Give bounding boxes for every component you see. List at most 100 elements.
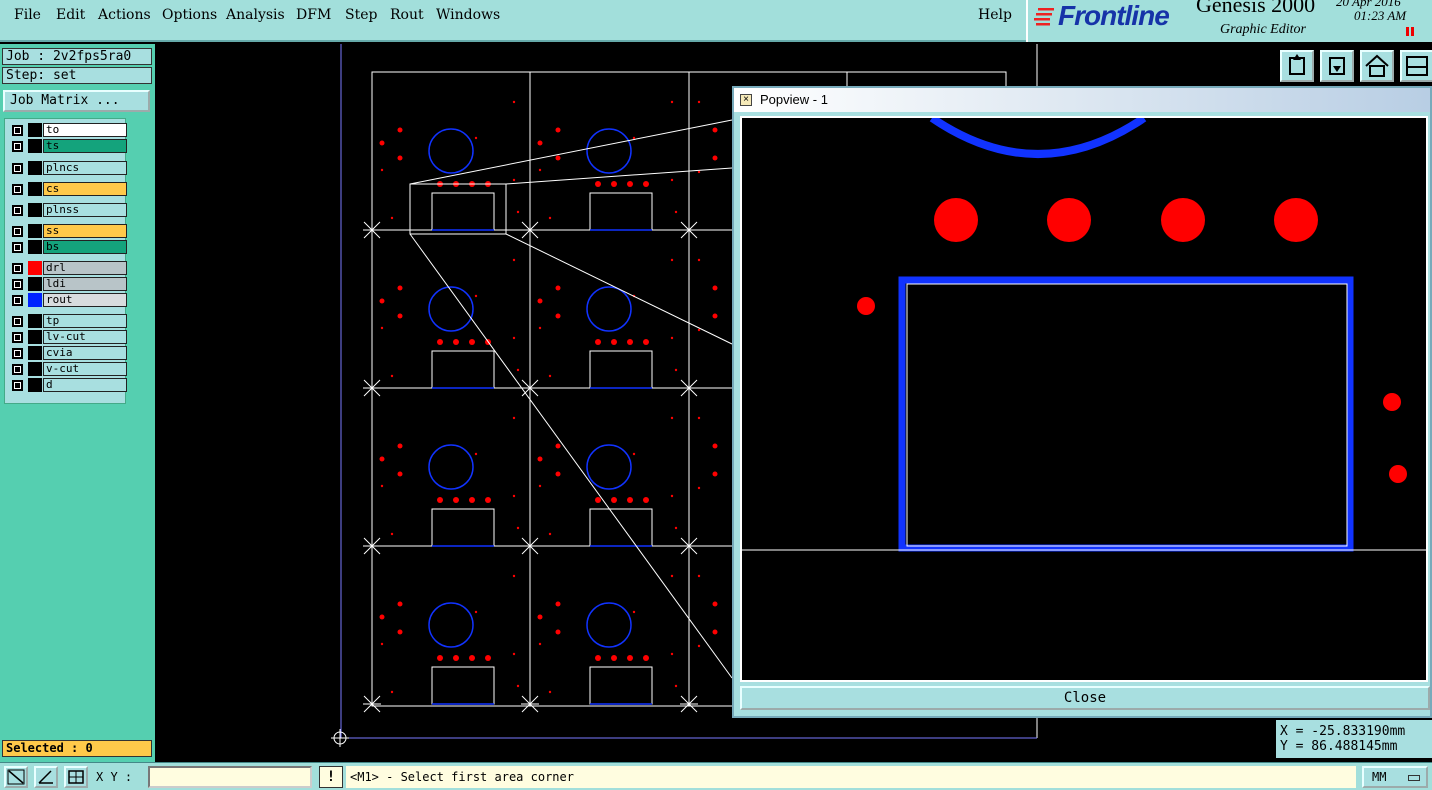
layer-row-cs[interactable]: cs (9, 182, 127, 196)
profile-rect (589, 666, 653, 705)
layer-checkbox[interactable] (12, 263, 23, 274)
layer-name[interactable]: v-cut (43, 362, 127, 376)
layer-checkbox[interactable] (12, 163, 23, 174)
layer-row-cvia[interactable]: cvia (9, 346, 127, 360)
menu-actions[interactable]: Actions (98, 7, 151, 23)
window-layout-button[interactable] (1400, 50, 1432, 82)
menu-windows[interactable]: Windows (436, 7, 500, 23)
pad-4 (1274, 198, 1318, 242)
layer-name[interactable]: ts (43, 139, 127, 153)
layer-checkbox[interactable] (12, 295, 23, 306)
layer-name[interactable]: bs (43, 240, 127, 254)
units-selector[interactable]: MM (1362, 766, 1428, 788)
layer-name[interactable]: ldi (43, 277, 127, 291)
message-indicator[interactable]: ! (319, 766, 343, 788)
menu-options[interactable]: Options (162, 7, 217, 23)
layer-row-plncs[interactable]: plncs (9, 161, 127, 175)
layer-row-d[interactable]: d (9, 378, 127, 392)
angle-button[interactable] (34, 766, 58, 788)
snap-button[interactable] (64, 766, 88, 788)
layer-name[interactable]: to (43, 123, 127, 137)
layer-checkbox[interactable] (12, 332, 23, 343)
via-small (674, 684, 678, 688)
via-small (697, 170, 701, 174)
layer-row-lv-cut[interactable]: lv-cut (9, 330, 127, 344)
layer-row-plnss[interactable]: plnss (9, 203, 127, 217)
layer-name[interactable]: plnss (43, 203, 127, 217)
via-small (548, 374, 552, 378)
menu-analysis[interactable]: Analysis (226, 7, 285, 23)
layer-checkbox[interactable] (12, 348, 23, 359)
pad (595, 339, 601, 345)
layer-color-swatch[interactable] (28, 330, 42, 344)
download-button[interactable] (1320, 50, 1354, 82)
layer-checkbox[interactable] (12, 184, 23, 195)
popview-titlebar[interactable]: × Popview - 1 (734, 88, 1430, 112)
pad-2 (1047, 198, 1091, 242)
layer-checkbox[interactable] (12, 125, 23, 136)
layer-name[interactable]: tp (43, 314, 127, 328)
layer-color-swatch[interactable] (28, 378, 42, 392)
menu-file[interactable]: File (14, 7, 41, 23)
layer-color-swatch[interactable] (28, 203, 42, 217)
layer-row-ss[interactable]: ss (9, 224, 127, 238)
via-small (670, 494, 674, 498)
layer-row-ts[interactable]: ts (9, 139, 127, 153)
menu-step[interactable]: Step (345, 7, 377, 23)
job-matrix-button[interactable]: Job Matrix ... (3, 90, 150, 112)
layer-name[interactable]: ss (43, 224, 127, 238)
menu-edit[interactable]: Edit (56, 7, 85, 23)
layer-checkbox[interactable] (12, 364, 23, 375)
layer-row-bs[interactable]: bs (9, 240, 127, 254)
layer-checkbox[interactable] (12, 279, 23, 290)
layer-row-to[interactable]: to (9, 123, 127, 137)
menu-rout[interactable]: Rout (390, 7, 424, 23)
via (397, 443, 403, 449)
popview-close-button[interactable]: Close (740, 686, 1430, 710)
layer-color-swatch[interactable] (28, 139, 42, 153)
layer-color-swatch[interactable] (28, 240, 42, 254)
layer-row-ldi[interactable]: ldi (9, 277, 127, 291)
layer-color-swatch[interactable] (28, 224, 42, 238)
layer-color-swatch[interactable] (28, 293, 42, 307)
layer-row-drl[interactable]: drl (9, 261, 127, 275)
layer-checkbox[interactable] (12, 205, 23, 216)
layer-color-swatch[interactable] (28, 346, 42, 360)
measure-button[interactable] (4, 766, 28, 788)
layer-name[interactable]: rout (43, 293, 127, 307)
pad (595, 655, 601, 661)
window-close-icon[interactable]: × (740, 94, 752, 106)
layer-name[interactable]: d (43, 378, 127, 392)
layer-checkbox[interactable] (12, 141, 23, 152)
layer-name[interactable]: cvia (43, 346, 127, 360)
layer-row-v-cut[interactable]: v-cut (9, 362, 127, 376)
layer-name[interactable]: cs (43, 182, 127, 196)
menu-help[interactable]: Help (978, 7, 1012, 23)
layer-checkbox[interactable] (12, 242, 23, 253)
via (379, 456, 385, 462)
upload-button[interactable] (1280, 50, 1314, 82)
layer-checkbox[interactable] (12, 316, 23, 327)
menu-dfm[interactable]: DFM (296, 7, 331, 23)
rout-circle (586, 286, 632, 332)
pad (627, 339, 633, 345)
layer-color-swatch[interactable] (28, 362, 42, 376)
layer-checkbox[interactable] (12, 380, 23, 391)
layer-color-swatch[interactable] (28, 277, 42, 291)
layer-name[interactable]: plncs (43, 161, 127, 175)
layer-color-swatch[interactable] (28, 123, 42, 137)
layer-name[interactable]: lv-cut (43, 330, 127, 344)
popview-canvas[interactable] (740, 116, 1428, 682)
layer-row-rout[interactable]: rout (9, 293, 127, 307)
via-small (474, 136, 478, 140)
xy-input[interactable] (148, 766, 312, 788)
pad (643, 181, 649, 187)
layer-checkbox[interactable] (12, 226, 23, 237)
layer-color-swatch[interactable] (28, 161, 42, 175)
layer-color-swatch[interactable] (28, 261, 42, 275)
layer-row-tp[interactable]: tp (9, 314, 127, 328)
layer-name[interactable]: drl (43, 261, 127, 275)
layer-color-swatch[interactable] (28, 182, 42, 196)
layer-color-swatch[interactable] (28, 314, 42, 328)
home-button[interactable] (1360, 50, 1394, 82)
